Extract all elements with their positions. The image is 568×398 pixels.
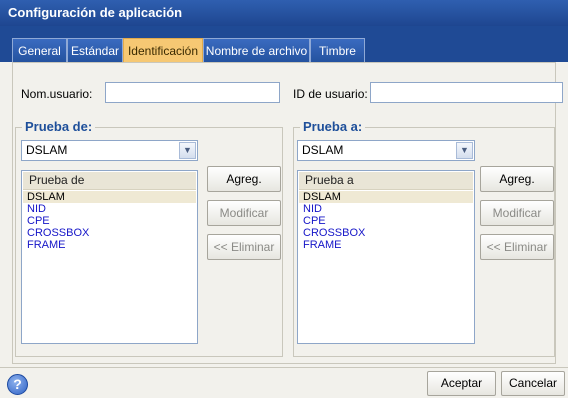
test-to-select[interactable]: DSLAM ▼ [297,140,475,161]
test-to-selected-value: DSLAM [302,143,344,157]
test-to-group: Prueba a: DSLAM ▼ Prueba a DSLAM NID CPE… [293,119,555,357]
dialog-footer: ? Aceptar Cancelar [0,367,568,398]
tab-nombre-de-archivo[interactable]: Nombre de archivo [203,38,310,62]
accept-button[interactable]: Aceptar [427,371,496,396]
list-item[interactable]: CROSSBOX [303,227,365,239]
list-item[interactable]: FRAME [27,239,66,251]
test-from-title: Prueba de: [22,119,96,134]
tab-estandar[interactable]: Estándar [67,38,123,62]
app-config-dialog: Configuración de aplicación General Está… [0,0,568,398]
test-to-title: Prueba a: [300,119,366,134]
tab-timbre[interactable]: Timbre [310,38,365,62]
tab-strip: General Estándar Identificación Nombre d… [0,26,568,62]
tab-general[interactable]: General [12,38,67,62]
list-item[interactable]: CPE [27,215,50,227]
userid-input[interactable] [370,82,563,103]
test-from-list[interactable]: Prueba de DSLAM NID CPE CROSSBOX FRAME [21,170,198,344]
userid-label: ID de usuario: [293,87,368,101]
test-to-modify-button[interactable]: Modificar [480,200,554,226]
test-to-list[interactable]: Prueba a DSLAM NID CPE CROSSBOX FRAME [297,170,475,344]
tab-identificacion[interactable]: Identificación [123,38,203,62]
list-item[interactable]: CPE [303,215,326,227]
help-icon[interactable]: ? [7,374,28,395]
test-from-select[interactable]: DSLAM ▼ [21,140,198,161]
test-from-modify-button[interactable]: Modificar [207,200,281,226]
list-item[interactable]: DSLAM [299,191,473,203]
test-from-group: Prueba de: DSLAM ▼ Prueba de DSLAM NID C… [15,119,283,357]
identification-panel: Nom.usuario: ID de usuario: Prueba de: D… [12,62,563,364]
list-item[interactable]: NID [27,203,46,215]
test-to-remove-button[interactable]: << Eliminar [480,234,554,260]
test-from-list-header: Prueba de [23,172,196,190]
list-item[interactable]: CROSSBOX [27,227,89,239]
username-label: Nom.usuario: [21,87,93,101]
chevron-down-icon[interactable]: ▼ [456,142,473,159]
username-input[interactable] [105,82,280,103]
window-title: Configuración de aplicación [0,0,568,26]
list-item[interactable]: NID [303,203,322,215]
chevron-down-icon[interactable]: ▼ [179,142,196,159]
test-from-add-button[interactable]: Agreg. [207,166,281,192]
list-item[interactable]: FRAME [303,239,342,251]
test-to-add-button[interactable]: Agreg. [480,166,554,192]
test-from-remove-button[interactable]: << Eliminar [207,234,281,260]
cancel-button[interactable]: Cancelar [501,371,565,396]
test-from-selected-value: DSLAM [26,143,68,157]
list-item[interactable]: DSLAM [23,191,196,203]
test-to-list-header: Prueba a [299,172,473,190]
